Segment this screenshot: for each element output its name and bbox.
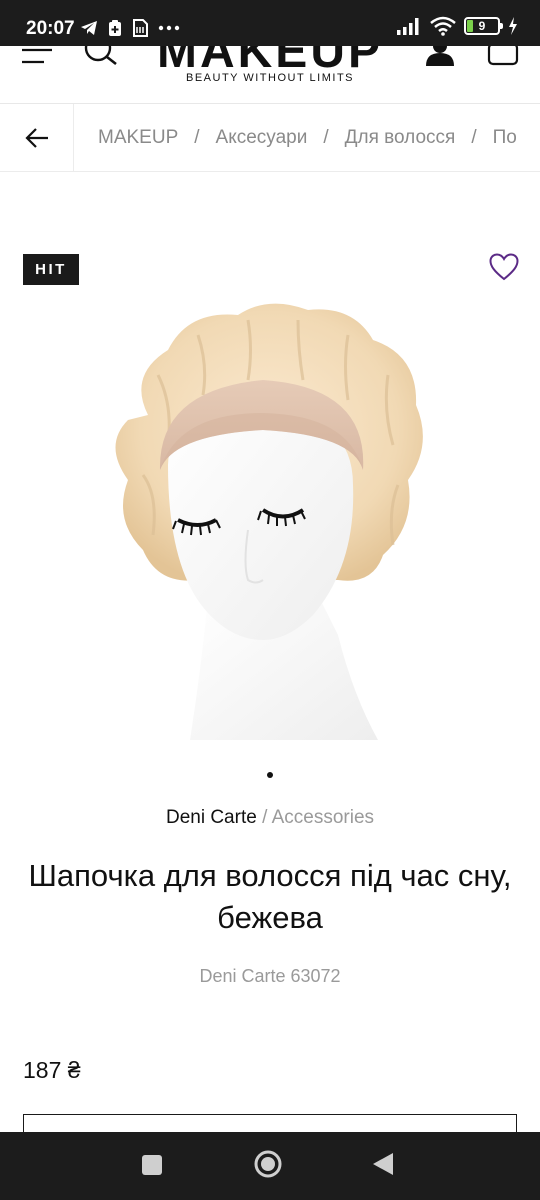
- back-button[interactable]: [0, 104, 74, 172]
- charging-icon: [509, 17, 517, 35]
- status-notification-icons: [80, 19, 180, 37]
- wishlist-heart-icon[interactable]: [489, 253, 519, 281]
- product-image[interactable]: [98, 295, 438, 740]
- search-icon[interactable]: [84, 46, 118, 66]
- breadcrumb: MAKEUP / Аксесуари / Для волосся / По: [0, 104, 540, 172]
- breadcrumb-item-hair[interactable]: Для волосся: [345, 127, 456, 149]
- cart-icon[interactable]: [486, 46, 522, 70]
- breadcrumb-track: MAKEUP / Аксесуари / Для волосся / По: [98, 104, 540, 172]
- status-bar: 20:07 9: [0, 0, 540, 46]
- category-link[interactable]: Accessories: [272, 807, 374, 828]
- breadcrumb-item-truncated[interactable]: По: [493, 127, 517, 149]
- product-title: Шапочка для волосся під час сну, бежева: [28, 858, 512, 935]
- back-nav-icon[interactable]: [372, 1152, 394, 1176]
- brand-separator: /: [262, 807, 268, 828]
- status-system-icons: 9: [396, 16, 518, 36]
- arrow-left-icon: [24, 128, 48, 148]
- product-price: 187 ₴: [23, 1057, 81, 1083]
- product-brand-line: Deni Carte / Accessories: [0, 806, 540, 830]
- telegram-icon: [81, 21, 97, 35]
- signal-icon: [397, 18, 419, 35]
- recent-apps-icon[interactable]: [141, 1154, 163, 1176]
- battery-level: 9: [478, 19, 486, 33]
- system-nav-bar: [0, 1132, 540, 1200]
- wifi-icon: [430, 16, 456, 36]
- sim-card-icon: [133, 19, 148, 37]
- breadcrumb-item-accessories[interactable]: Аксесуари: [216, 127, 308, 149]
- battery-icon: 9: [464, 17, 503, 35]
- hit-badge: HIT: [23, 254, 79, 285]
- menu-icon[interactable]: [22, 48, 52, 66]
- product-sku: Deni Carte 63072: [199, 966, 341, 986]
- clipboard-icon: [109, 20, 121, 36]
- breadcrumb-item-makeup[interactable]: MAKEUP: [98, 127, 178, 149]
- breadcrumb-separator: /: [471, 127, 477, 148]
- account-icon[interactable]: [424, 46, 456, 68]
- logo-tagline: BEAUTY WITHOUT LIMITS: [186, 72, 354, 84]
- brand-link[interactable]: Deni Carte: [166, 807, 257, 828]
- more-notifications-icon: [158, 25, 180, 31]
- home-icon[interactable]: [253, 1149, 283, 1179]
- site-header: MAKEUP BEAUTY WITHOUT LIMITS: [0, 46, 540, 104]
- status-time: 20:07: [26, 18, 75, 39]
- breadcrumb-separator: /: [194, 127, 200, 148]
- breadcrumb-separator: /: [323, 127, 329, 148]
- carousel-dot-active[interactable]: [267, 772, 273, 778]
